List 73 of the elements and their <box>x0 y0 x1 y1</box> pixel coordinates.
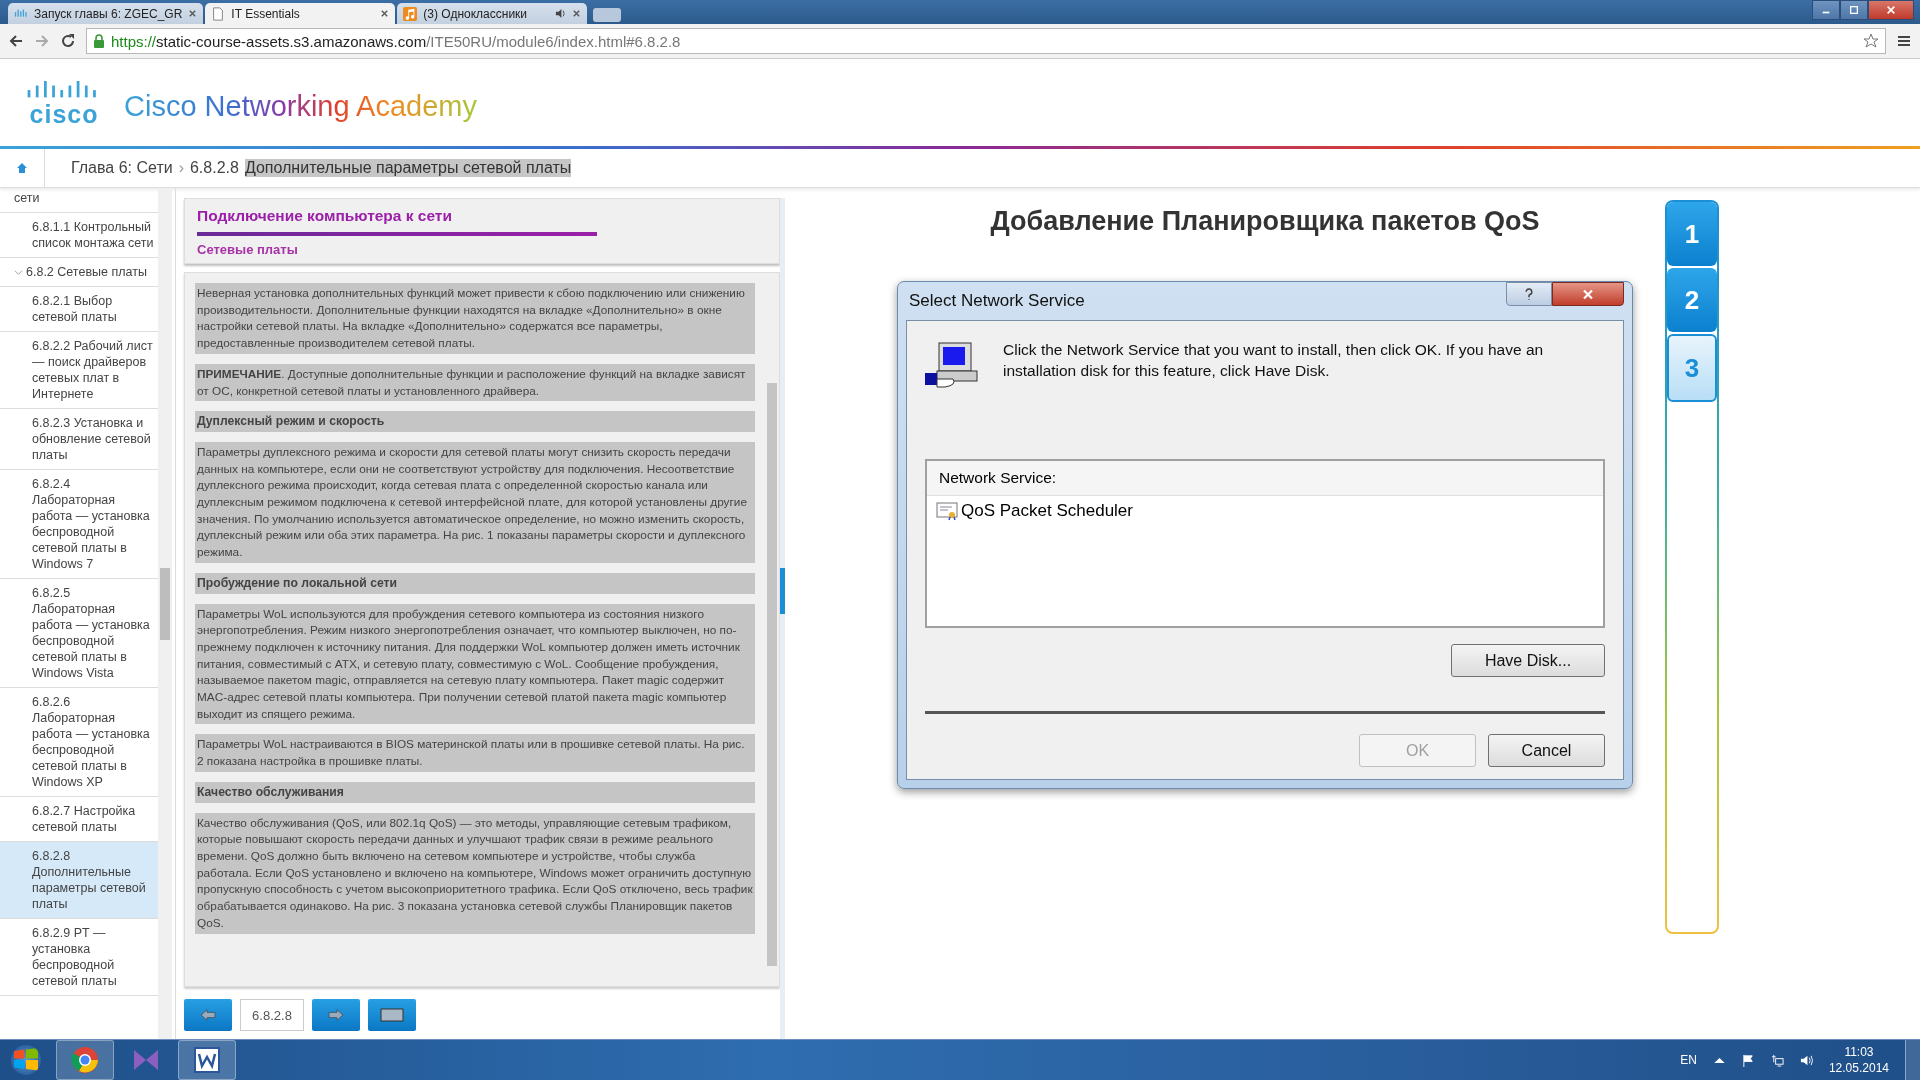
scrollbar[interactable] <box>765 273 779 986</box>
language-indicator[interactable]: EN <box>1680 1053 1697 1067</box>
lesson-subtitle: Сетевые платы <box>197 242 299 257</box>
breadcrumb-separator: › <box>178 159 184 177</box>
paragraph: Параметры дуплексного режима и скорости для сетевой платы могут снизить скорость передачи данных на компьютере, если они не соответствуют устройству для подключения. Несоответствие дуплексного режима происходит, когда сетевая плата с определенной скоростью канала или дуплексным режимом подключена к сетевой интерфейсной плате, для которой установлены другие значения. По умолчанию используется автоматическое определение, но можно изменить скорость, дуплексный режим или оба этих параметра. На рис. 1 показаны параметры скорости и дуплексного режима. <box>195 441 755 563</box>
scrollbar[interactable] <box>158 188 172 1039</box>
paragraph: Параметры WoL настраиваются в BIOS материнской платы или в прошивке сетевой платы. На рис. 2 показана настройка в прошивке платы. <box>195 734 755 772</box>
list-item[interactable]: QoS Packet Scheduler <box>927 496 1141 526</box>
section-heading: Пробуждение по локальной сети <box>195 572 755 594</box>
close-icon[interactable] <box>380 9 390 18</box>
browser-tab[interactable]: IT Essentials <box>205 3 396 24</box>
figure-title: Добавление Планировщика пакетов QoS <box>990 206 1540 237</box>
breadcrumb-item[interactable]: 6.8.2.8 <box>189 159 239 177</box>
paragraph: ПРИМЕЧАНИЕ. Доступные дополнительные функции и расположение функций на вкладке зависят от ОС, конкретной сетевой платы и установленного драйвера. <box>195 363 755 402</box>
close-button[interactable] <box>1552 282 1624 306</box>
address-bar[interactable]: https://static-course-assets.s3.amazonaws.com/ITE50RU/module6/index.html#6.8.2.8 <box>86 28 1886 54</box>
new-tab-button[interactable] <box>593 8 622 22</box>
home-icon <box>16 162 28 174</box>
close-icon <box>1582 287 1594 301</box>
close-icon[interactable] <box>188 9 198 18</box>
screen-icon <box>380 1008 404 1022</box>
section-heading: Качество обслуживания <box>195 781 755 803</box>
have-disk-button[interactable]: Have Disk... <box>1451 644 1605 677</box>
lock-icon <box>93 34 105 48</box>
cancel-button[interactable]: Cancel <box>1488 734 1605 767</box>
windows-logo-icon <box>11 1045 41 1075</box>
left-arrow-icon <box>199 1008 217 1022</box>
service-list[interactable]: Network Service: QoS Packet Scheduler <box>925 459 1605 628</box>
logo-wordmark: cisco <box>29 102 99 125</box>
time-text: 11:03 <box>1844 1044 1874 1060</box>
back-icon[interactable] <box>8 33 24 49</box>
minimize-button[interactable] <box>1812 0 1840 20</box>
right-arrow-icon <box>327 1008 345 1022</box>
certificate-icon <box>935 501 959 521</box>
close-icon[interactable] <box>572 9 582 18</box>
maximize-icon <box>1849 5 1859 15</box>
paragraph: Качество обслуживания (QoS, или 802.1q QoS) — это методы, управляющие сетевым трафиком, которые повышают скорость передачи данных и улучшают трафик связи в режиме реального времени. QoS должно быть включено на сетевом компьютере и устройстве, чтобы служба работала. Если QoS установлено и включено на компьютере, Windows может ограничить доступную пропускную способность с учетом высокоприоритетного трафика. Если QoS отключено, весь трафик обрабатывается одинаково. На рис. 3 показана установка сетевой службы Планировщик пакетов QoS. <box>195 812 755 934</box>
taskbar-app[interactable] <box>56 1040 114 1080</box>
help-icon <box>1523 287 1535 301</box>
url-text: https://static-course-assets.s3.amazonaws.com/ITE50RU/module6/index.html#6.8.2.8 <box>111 32 682 50</box>
clock[interactable]: 11:03 12.05.2014 <box>1828 1044 1889 1076</box>
help-button[interactable] <box>1506 282 1552 306</box>
list-header: Network Service: <box>927 461 1603 496</box>
page-icon <box>211 6 226 21</box>
close-button[interactable] <box>1868 0 1914 20</box>
instruction-text: Click the Network Service that you want to install, then click OK. If you have an installation disk for this feature, click Have Disk. <box>1003 340 1545 381</box>
close-icon <box>1886 5 1896 15</box>
breadcrumb-item[interactable]: Дополнительные параметры сетевой платы <box>244 159 572 177</box>
lesson-title: Подключение компьютера к сети <box>197 207 453 225</box>
flag-icon[interactable] <box>1741 1053 1755 1067</box>
star-icon[interactable] <box>1863 33 1879 49</box>
taskbar-app[interactable] <box>178 1040 236 1080</box>
page-number-field[interactable]: 6.8.2.8 <box>240 999 304 1031</box>
browser-icon <box>70 1045 100 1075</box>
volume-icon[interactable] <box>1799 1053 1813 1067</box>
section-heading: Дуплексный режим и скорость <box>195 411 755 432</box>
computer-icon <box>925 339 979 391</box>
sidebar-item[interactable]: 6.8.2.8 Дополнительные параметры сетевой платы <box>0 842 158 919</box>
browser-tab[interactable]: (3) Одноклассники <box>397 3 588 24</box>
browser-tab[interactable]: Запуск главы 6: ZGEC_GR <box>8 3 204 24</box>
reload-icon[interactable] <box>60 33 76 49</box>
paragraph: Параметры WoL используются для пробуждения сетевого компьютера из состояния низкого энергопотребления. Режим низкого энергопотребления означает, что компьютер выключен, но по-прежнему подключен к источнику питания. Для поддержки WoL компьютер должен иметь источник питания, совместимый с ATX, и сетевую плату, совместимую с WoL. Сообщение пробуждения, называемое пакетом magic, отправляется на сетевую плату компьютера. Пакет magic содержит MAC-адрес сетевой платы компьютера. При получении сетевой платой пакета magic компьютер выходит из спящего режима. <box>195 603 755 725</box>
dialog-title: Select Network Service <box>909 291 1085 311</box>
fullscreen-button[interactable] <box>368 999 416 1031</box>
menu-icon[interactable] <box>1896 33 1912 49</box>
paragraph: Неверная установка дополнительных функций может привести к сбою подключению или снижению производительности. Дополнительные функции находятся на вкладке «Дополнительно» в окне настройки сетевой платы. На вкладке «Дополнительно» содержатся все параметры, предоставленные производителем сетевой платы. <box>195 283 755 354</box>
date-text: 12.05.2014 <box>1828 1060 1889 1076</box>
document-icon <box>192 1045 222 1075</box>
music-icon <box>403 6 418 21</box>
chevron-icon <box>14 268 23 277</box>
maximize-button[interactable] <box>1840 0 1868 20</box>
breadcrumb-item[interactable]: Глава 6: Сети <box>71 159 173 177</box>
network-icon[interactable] <box>1770 1053 1784 1067</box>
